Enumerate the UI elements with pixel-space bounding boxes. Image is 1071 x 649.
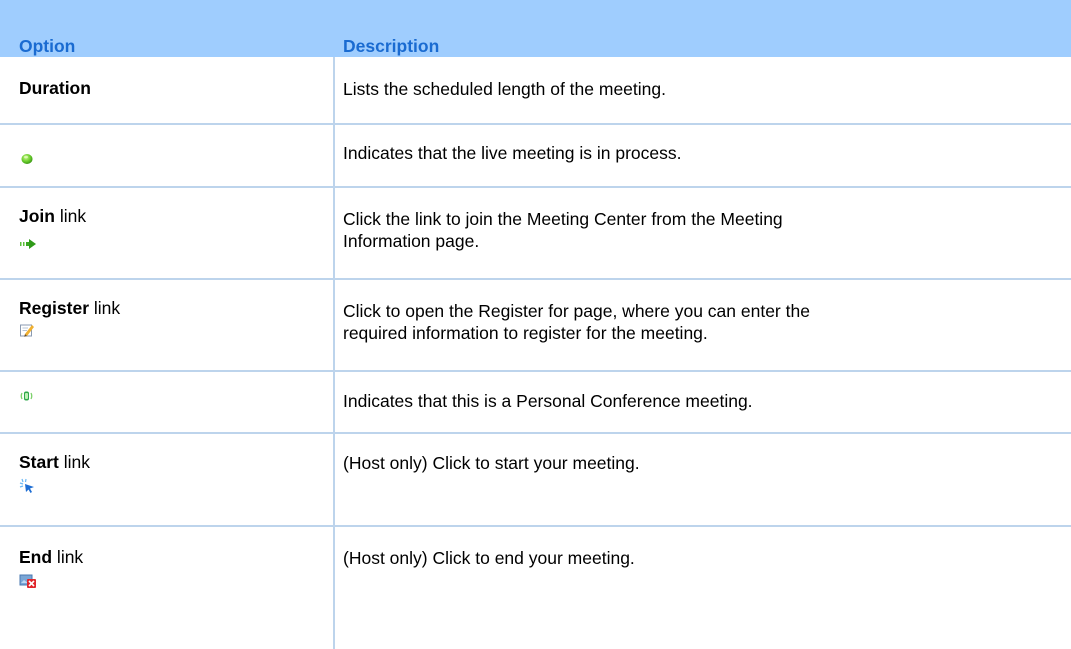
description-line: Information page. — [343, 231, 480, 251]
in-progress-icon — [21, 154, 33, 164]
column-divider — [333, 57, 335, 123]
option-name: Start — [19, 452, 59, 472]
option-name: End — [19, 547, 53, 567]
option-name: Duration — [19, 78, 91, 98]
option-description: Indicates that the live meeting is in pr… — [343, 143, 682, 163]
option-description: Click to open the Register for page, whe… — [343, 300, 1023, 344]
column-divider — [333, 125, 335, 186]
description-line: Click to open the Register for page, whe… — [343, 301, 810, 321]
option-label: Register link — [19, 298, 120, 319]
option-description: Lists the scheduled length of the meetin… — [343, 79, 666, 99]
table-row-end: End link (Host only) Click to end your m… — [0, 527, 1071, 649]
personal-conference-icon — [20, 391, 33, 401]
end-close-icon — [19, 574, 36, 588]
option-description: (Host only) Click to start your meeting. — [343, 453, 640, 473]
option-description: (Host only) Click to end your meeting. — [343, 548, 635, 568]
header-option: Option — [19, 36, 76, 56]
option-label: Duration — [19, 78, 91, 99]
option-name: Register — [19, 298, 90, 318]
option-description: Indicates that this is a Personal Confer… — [343, 391, 753, 411]
option-suffix: link — [54, 206, 87, 226]
table-row-in-progress: Indicates that the live meeting is in pr… — [0, 125, 1071, 188]
register-edit-icon — [20, 324, 34, 337]
table-row-join: Join link Click the link to join the Mee… — [0, 188, 1071, 280]
header-description: Description — [343, 36, 440, 56]
option-suffix: link — [89, 298, 121, 318]
option-name: Join — [19, 206, 55, 226]
option-suffix: link — [58, 452, 90, 472]
option-description: Click the link to join the Meeting Cente… — [343, 208, 1023, 252]
column-divider — [333, 434, 335, 525]
table-row-register: Register link Click to open the Register… — [0, 280, 1071, 372]
option-label: Join link — [19, 206, 86, 227]
column-divider — [333, 188, 335, 278]
description-line: Click the link to join the Meeting Cente… — [343, 209, 783, 229]
table-row-start: Start link (Host only) Click to start yo… — [0, 434, 1071, 527]
table-header: Option Description — [0, 0, 1071, 57]
options-table: Option Description Duration Lists the sc… — [0, 0, 1071, 649]
join-arrow-icon — [20, 239, 36, 249]
column-divider — [333, 280, 335, 370]
option-label: End link — [19, 547, 83, 568]
start-cursor-icon — [19, 478, 34, 493]
column-divider — [333, 372, 335, 432]
option-label: Start link — [19, 452, 90, 473]
option-suffix: link — [52, 547, 84, 567]
table-row-duration: Duration Lists the scheduled length of t… — [0, 57, 1071, 125]
description-line: required information to register for the… — [343, 323, 708, 343]
table-row-personal-conference: Indicates that this is a Personal Confer… — [0, 372, 1071, 434]
column-divider — [333, 527, 335, 649]
